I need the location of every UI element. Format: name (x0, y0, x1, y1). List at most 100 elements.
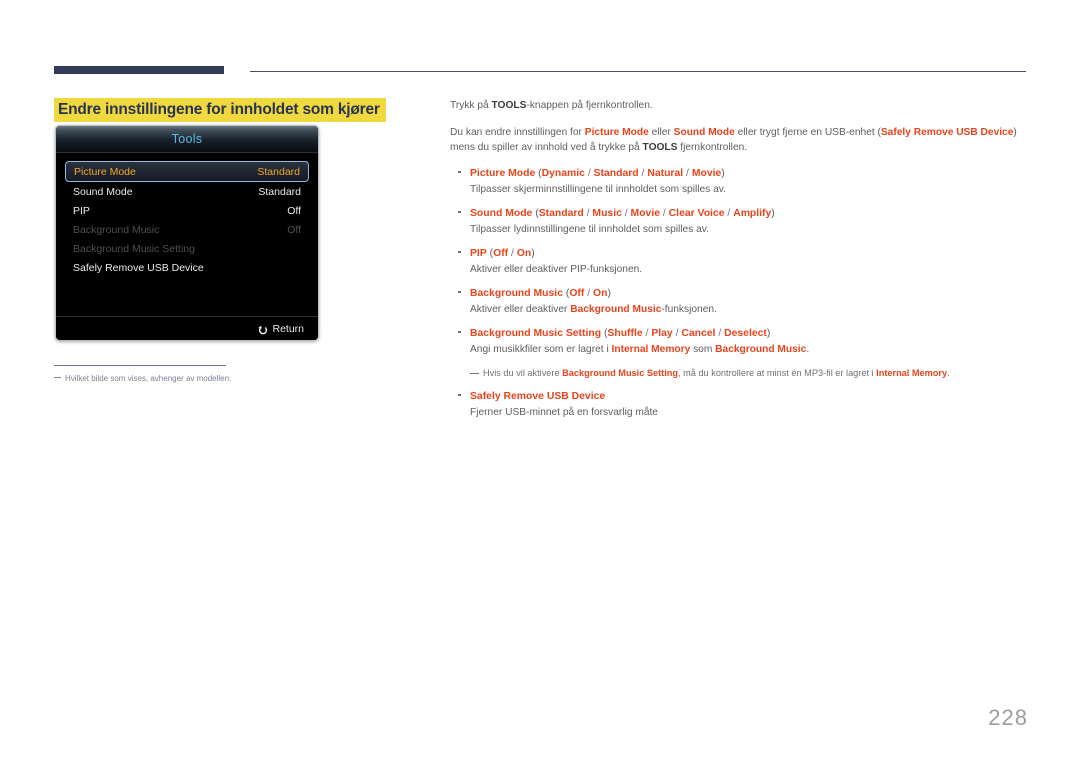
footnote-divider (54, 365, 226, 366)
bullet-option: Clear Voice (668, 207, 725, 219)
subnote-term-1: Background Music Setting (562, 367, 679, 378)
bullet-background-music: Background Music (Off / On) Aktiver elle… (450, 286, 1030, 317)
bullet-option: Shuffle (607, 327, 643, 339)
p2-t3: eller trygt fjerne en USB-enhet ( (734, 126, 881, 138)
bullet-heading: Background Music Setting (Shuffle / Play… (470, 327, 771, 339)
bullet-name: Sound Mode (470, 207, 533, 219)
bullet-dot-icon (458, 250, 461, 253)
tools-panel-footer: Return (56, 316, 318, 340)
subnote-term-2: Internal Memory (876, 367, 948, 378)
desc-term: Internal Memory (611, 343, 691, 355)
tools-menu-item-pip[interactable]: PIP Off (65, 201, 309, 220)
bullet-name: Background Music Setting (470, 327, 602, 339)
bullet-background-music-setting: Background Music Setting (Shuffle / Play… (450, 326, 1030, 357)
p1-pre: Trykk på (450, 100, 492, 111)
bullet-option: Movie (691, 167, 722, 179)
tools-menu-list: Picture Mode Standard Sound Mode Standar… (56, 153, 318, 277)
bullet-name: Safely Remove USB Device (470, 390, 606, 402)
tools-item-label: Picture Mode (74, 165, 136, 178)
bullet-option: Deselect (724, 327, 767, 339)
bullet-description: Aktiver eller deaktiver Background Music… (470, 302, 1030, 317)
tools-menu-item-background-music-setting: Background Music Setting (65, 239, 309, 258)
p1-post: -knappen på fjernkontrollen. (526, 100, 653, 111)
bullet-description: Aktiver eller deaktiver PIP-funksjonen. (470, 263, 643, 275)
bullet-option: Play (651, 327, 673, 339)
tools-panel-title: Tools (171, 132, 203, 146)
bullet-heading: PIP (Off / On) (470, 247, 535, 259)
p2-t5: fjernkontrollen. (677, 142, 748, 153)
bullet-option: Cancel (681, 327, 716, 339)
footnote-body: Hvilket bilde som vises, avhenger av mod… (54, 374, 354, 383)
desc-term: Background Music (570, 303, 662, 315)
tools-menu-item-background-music: Background Music Off (65, 220, 309, 239)
desc-pre: Aktiver eller deaktiver (470, 303, 571, 315)
return-label: Return (272, 322, 304, 335)
header-rule-thick-bar (54, 66, 224, 74)
bullet-option: Movie (630, 207, 660, 219)
bullet-option: Standard (538, 207, 584, 219)
bullet-option: Music (592, 207, 622, 219)
bullet-description: Angi musikkfiler som er lagret i Interna… (470, 342, 1030, 357)
bullet-option: Off (569, 287, 585, 299)
bullet-option: Dynamic (541, 167, 585, 179)
page-header-rule (54, 66, 1026, 76)
tools-item-label: Sound Mode (73, 185, 133, 198)
p2-t2: eller (648, 126, 674, 138)
p2-safely-remove: Safely Remove USB Device (880, 126, 1014, 138)
bullet-dot-icon (458, 330, 461, 333)
footnote-dash-icon (54, 377, 61, 379)
desc-pre: Angi musikkfiler som er lagret i (470, 343, 612, 355)
p2-picture-mode: Picture Mode (584, 126, 649, 138)
bullet-description: Tilpasser skjerminnstillingene til innho… (470, 183, 726, 195)
desc-term: Background Music (715, 343, 807, 355)
body-subnote: Hvis du vil aktivere Background Music Se… (450, 366, 1030, 380)
p1-tools-bold: TOOLS (491, 100, 527, 111)
bullet-dot-icon (458, 393, 461, 396)
bullet-description: Fjerner USB-minnet på en forsvarlig måte (470, 406, 658, 418)
desc-post: . (806, 343, 810, 355)
tools-item-label: Background Music Setting (73, 242, 195, 255)
bullet-heading: Picture Mode (Dynamic / Standard / Natur… (470, 167, 725, 179)
tools-menu-item-picture-mode[interactable]: Picture Mode Standard (65, 161, 309, 182)
bullet-dot-icon (458, 290, 461, 293)
bullet-dot-icon (458, 170, 461, 173)
bullet-option: On (593, 287, 608, 299)
body-content-column: Trykk på TOOLS-knappen på fjernkontrolle… (450, 98, 1030, 429)
p2-sound-mode: Sound Mode (673, 126, 735, 138)
figure-footnote: Hvilket bilde som vises, avhenger av mod… (54, 365, 354, 383)
subnote-t3: . (947, 367, 950, 378)
return-arrow-icon (257, 323, 268, 335)
bullet-picture-mode: Picture Mode (Dynamic / Standard / Natur… (450, 166, 1030, 197)
bullet-heading: Sound Mode (Standard / Music / Movie / C… (470, 207, 775, 219)
bullet-heading: Background Music (Off / On) (470, 287, 611, 299)
bullet-dot-icon (458, 210, 461, 213)
bullet-heading: Safely Remove USB Device (470, 389, 1030, 404)
subnote-t2: , må du kontrollere at minst én MP3-fil … (678, 367, 877, 378)
bullet-sound-mode: Sound Mode (Standard / Music / Movie / C… (450, 206, 1030, 237)
bullet-description: Tilpasser lydinnstillingene til innholde… (470, 223, 709, 235)
tools-item-value: Standard (257, 165, 300, 178)
p2-t1: Du kan endre innstillingen for (450, 126, 585, 138)
p2-tools-bold: TOOLS (642, 142, 678, 153)
bullet-option: Amplify (733, 207, 772, 219)
bullet-option: Off (493, 247, 509, 259)
bullet-pip: PIP (Off / On) Aktiver eller deaktiver P… (450, 246, 1030, 277)
bullet-name: PIP (470, 247, 487, 259)
bullet-option: Standard (593, 167, 639, 179)
page-title: Endre innstillingene for innholdet som k… (54, 98, 386, 123)
bullet-option: On (516, 247, 532, 259)
tools-menu-item-sound-mode[interactable]: Sound Mode Standard (65, 182, 309, 201)
tools-menu-item-safely-remove-usb-device[interactable]: Safely Remove USB Device (65, 258, 309, 277)
header-rule-thin-line (250, 71, 1026, 73)
tools-item-value: Off (287, 204, 301, 217)
tools-item-value: Off (287, 223, 301, 236)
bullet-name: Background Music (470, 287, 563, 299)
desc-post: -funksjonen. (661, 303, 717, 315)
bullet-safely-remove-usb-device: Safely Remove USB Device Fjerner USB-min… (450, 389, 1030, 420)
tools-item-label: PIP (73, 204, 90, 217)
bullet-name: Picture Mode (470, 167, 536, 179)
page-number: 228 (988, 705, 1028, 730)
footnote-text: Hvilket bilde som vises, avhenger av mod… (65, 374, 232, 383)
intro-paragraph-2: Du kan endre innstillingen for Picture M… (450, 125, 1030, 156)
tools-item-label: Safely Remove USB Device (73, 261, 204, 274)
